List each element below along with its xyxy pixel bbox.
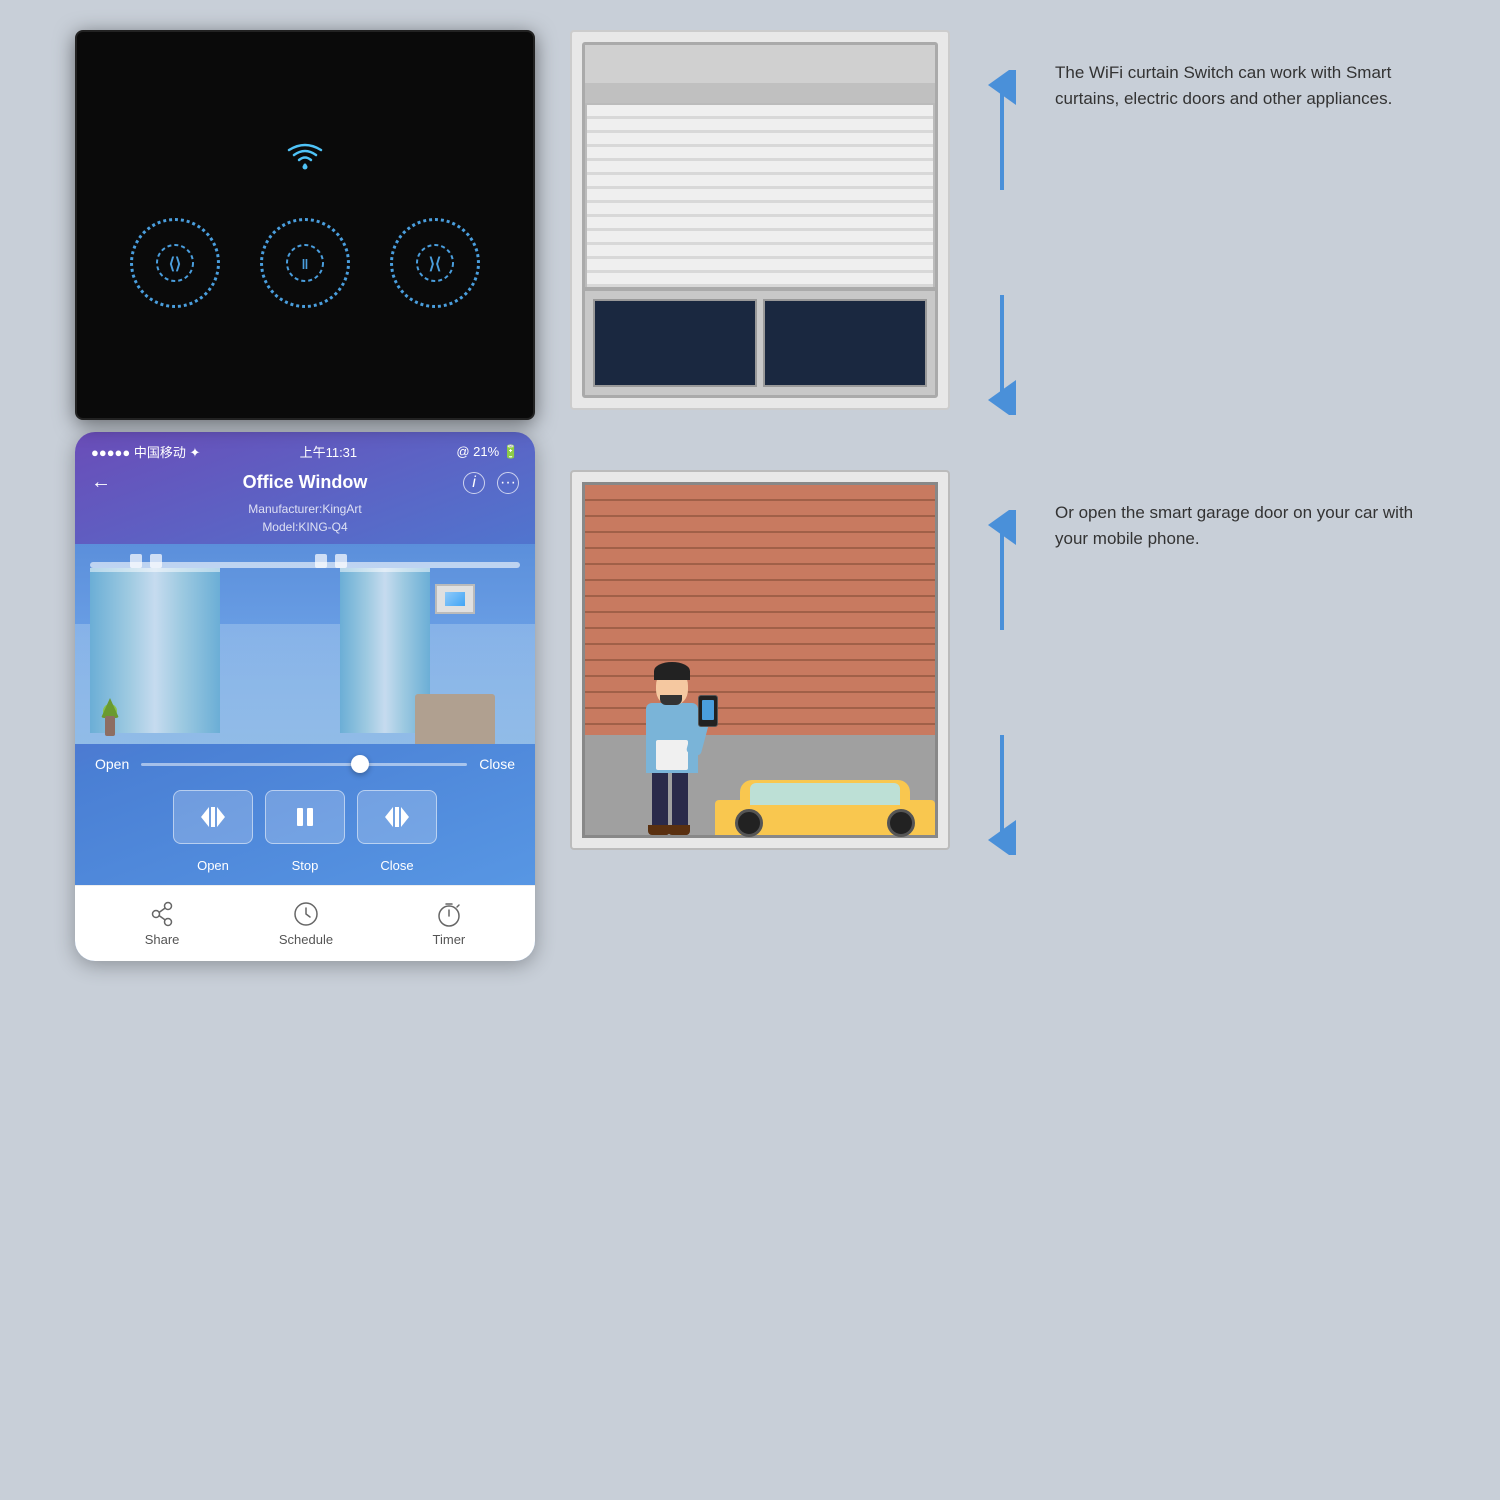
- svg-text:⟩⟨: ⟩⟨: [429, 256, 441, 273]
- nav-icons: i ···: [463, 472, 519, 494]
- tab-share[interactable]: Share: [145, 900, 180, 947]
- phone-subtitle: Manufacturer:KingArt Model:KING-Q4: [75, 500, 535, 544]
- window-section-text: The WiFi curtain Switch can work with Sm…: [1055, 60, 1425, 111]
- phone-status-bar: ●●●●● 中国移动 ✦ 上午11:31 @ 21% 🔋: [75, 432, 535, 467]
- ctrl-labels: Open Stop Close: [75, 858, 535, 885]
- stop-btn-label: Stop: [265, 858, 345, 873]
- garage-arrow-down: [980, 725, 1025, 860]
- tab-timer[interactable]: Timer: [433, 900, 466, 947]
- svg-text:‖: ‖: [302, 256, 309, 272]
- schedule-icon: [292, 900, 320, 928]
- shutter-illustration: [570, 30, 950, 410]
- switch-buttons-row: ⟨⟩ ‖ ⟩⟨: [130, 218, 480, 308]
- garage-arrows-column: [980, 470, 1025, 860]
- switch-stop-button[interactable]: ‖: [260, 218, 350, 308]
- app-title: Office Window: [243, 472, 368, 493]
- share-icon: [148, 900, 176, 928]
- phone-app: ●●●●● 中国移动 ✦ 上午11:31 @ 21% 🔋 ← Office Wi…: [75, 432, 535, 961]
- tab-schedule[interactable]: Schedule: [279, 900, 333, 947]
- back-button[interactable]: ←: [91, 471, 111, 494]
- window-section: The WiFi curtain Switch can work with Sm…: [570, 30, 1440, 420]
- control-buttons-area: [75, 780, 535, 858]
- right-panel: The WiFi curtain Switch can work with Sm…: [570, 30, 1440, 860]
- arrow-down: [980, 285, 1025, 420]
- switch-open-button[interactable]: ⟨⟩: [130, 218, 220, 308]
- open-button[interactable]: [173, 790, 253, 844]
- garage-illustration: [570, 470, 950, 850]
- garage-section: Or open the smart garage door on your ca…: [570, 470, 1440, 860]
- phone-bottom-bar: Share Schedule Timer: [75, 885, 535, 961]
- info-icon[interactable]: i: [463, 472, 485, 494]
- close-label: Close: [479, 756, 515, 772]
- timer-label: Timer: [433, 932, 466, 947]
- slider-track[interactable]: [141, 763, 467, 766]
- switch-close-button[interactable]: ⟩⟨: [390, 218, 480, 308]
- curtain-slider[interactable]: Open Close: [75, 744, 535, 780]
- garage-description: Or open the smart garage door on your ca…: [1055, 500, 1425, 551]
- arrows-column: [980, 30, 1025, 420]
- switch-device: ⟨⟩ ‖ ⟩⟨: [75, 30, 535, 420]
- curtain-visualization: [75, 544, 535, 744]
- garage-section-text: Or open the smart garage door on your ca…: [1055, 500, 1425, 551]
- open-label: Open: [95, 756, 129, 772]
- window-description: The WiFi curtain Switch can work with Sm…: [1055, 60, 1425, 111]
- schedule-label: Schedule: [279, 932, 333, 947]
- signal-status: ●●●●● 中国移动 ✦: [91, 442, 200, 461]
- phone-nav: ← Office Window i ···: [75, 467, 535, 500]
- garage-arrow-up: [980, 510, 1025, 645]
- battery-status: @ 21% 🔋: [456, 444, 519, 460]
- close-btn-label: Close: [357, 858, 437, 873]
- share-label: Share: [145, 932, 180, 947]
- wifi-icon: [287, 143, 323, 178]
- more-icon[interactable]: ···: [497, 472, 519, 494]
- slider-thumb[interactable]: [351, 755, 369, 773]
- time-display: 上午11:31: [300, 442, 358, 461]
- left-panel: ⟨⟩ ‖ ⟩⟨ ●●●●● 中国移动 ✦ 上午11:3: [75, 30, 535, 961]
- stop-button[interactable]: [265, 790, 345, 844]
- close-button[interactable]: [357, 790, 437, 844]
- arrow-up: [980, 70, 1025, 205]
- svg-text:⟨⟩: ⟨⟩: [169, 256, 181, 273]
- timer-icon: [435, 900, 463, 928]
- open-btn-label: Open: [173, 858, 253, 873]
